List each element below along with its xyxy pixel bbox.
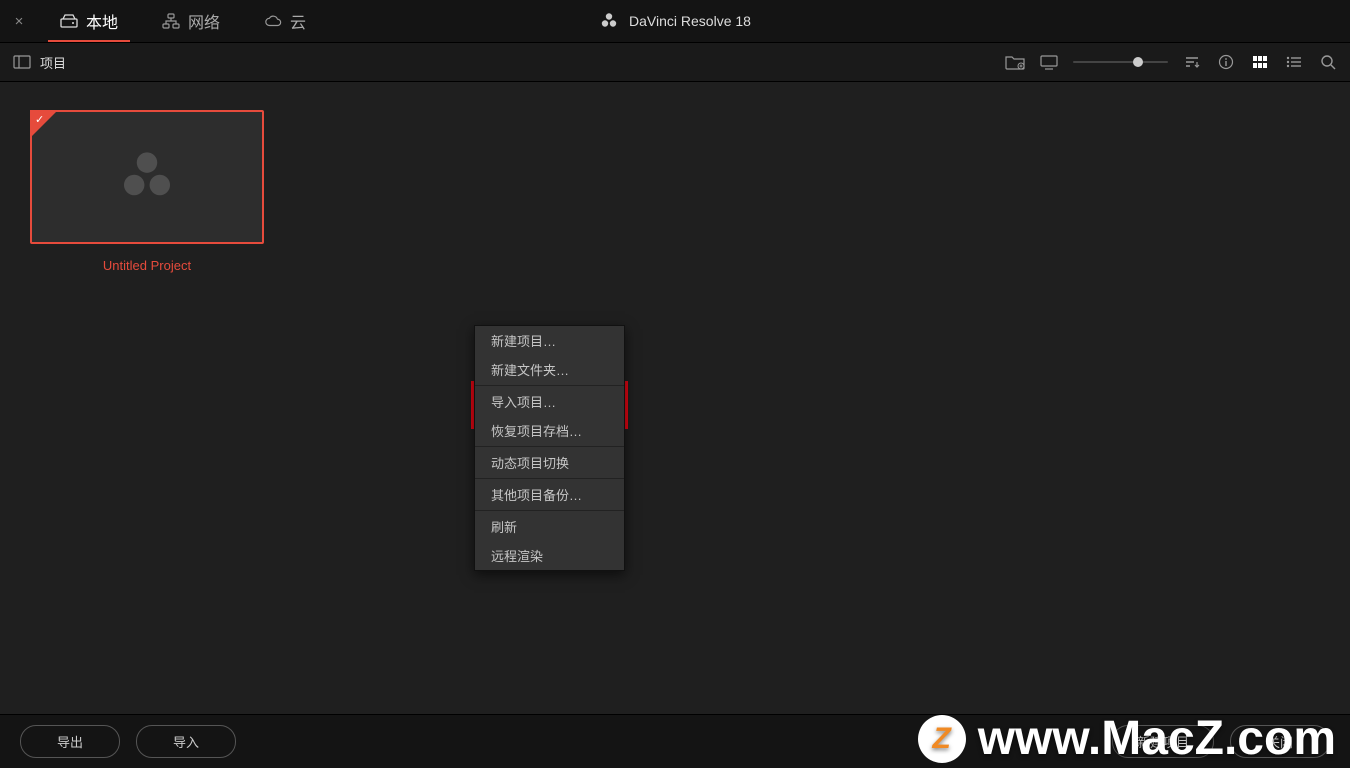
sidebar-toggle-icon[interactable] — [12, 52, 32, 72]
tab-local[interactable]: 本地 — [38, 0, 140, 42]
app-title-text: DaVinci Resolve 18 — [629, 13, 751, 29]
project-card[interactable]: ✓ Untitled Project — [30, 110, 264, 273]
ctx-remote-render[interactable]: 远程渲染 — [475, 541, 624, 570]
project-name: Untitled Project — [30, 258, 264, 273]
ctx-dynamic-switch[interactable]: 动态项目切换 — [475, 448, 624, 477]
ctx-restore-archive[interactable]: 恢复项目存档… — [475, 416, 624, 445]
ctx-new-folder[interactable]: 新建文件夹… — [475, 355, 624, 384]
search-icon[interactable] — [1318, 52, 1338, 72]
new-project-button[interactable]: 新建项目 — [1112, 725, 1214, 758]
folder-add-icon[interactable] — [1005, 52, 1025, 72]
tab-network[interactable]: 网络 — [140, 0, 242, 42]
thumbnail-size-slider[interactable] — [1073, 52, 1168, 72]
ctx-separator — [475, 446, 624, 447]
ctx-other-backups[interactable]: 其他项目备份… — [475, 480, 624, 509]
tab-cloud-label: 云 — [290, 9, 306, 33]
sort-icon[interactable] — [1182, 52, 1202, 72]
network-icon — [162, 12, 180, 30]
ctx-separator — [475, 510, 624, 511]
footer-bar: 导出 导入 新建项目 关闭 — [0, 714, 1350, 768]
resolve-logo-icon — [115, 145, 179, 209]
app-window: × 本地 网络 云 DaVinci Resolve 18 — [0, 0, 1350, 768]
ctx-separator — [475, 385, 624, 386]
top-tabbar: × 本地 网络 云 DaVinci Resolve 18 — [0, 0, 1350, 42]
tab-network-label: 网络 — [188, 9, 220, 33]
ctx-new-project[interactable]: 新建项目… — [475, 326, 624, 355]
project-grid: ✓ Untitled Project 新建项目… 新建文件夹… 导入项目… 恢复… — [0, 82, 1350, 714]
tab-cloud[interactable]: 云 — [242, 0, 328, 42]
info-icon[interactable] — [1216, 52, 1236, 72]
app-logo-icon — [599, 11, 619, 31]
ctx-import-project[interactable]: 导入项目… — [475, 387, 624, 416]
sub-toolbar: 项目 — [0, 42, 1350, 82]
export-button[interactable]: 导出 — [20, 725, 120, 758]
checkmark-icon: ✓ — [35, 113, 44, 126]
disk-icon — [60, 12, 78, 30]
grid-view-icon[interactable] — [1250, 52, 1270, 72]
subbar-label: 项目 — [40, 53, 66, 72]
list-view-icon[interactable] — [1284, 52, 1304, 72]
cloud-icon — [264, 12, 282, 30]
import-button[interactable]: 导入 — [136, 725, 236, 758]
monitor-icon[interactable] — [1039, 52, 1059, 72]
ctx-refresh[interactable]: 刷新 — [475, 512, 624, 541]
project-thumbnail[interactable]: ✓ — [30, 110, 264, 244]
tab-local-label: 本地 — [86, 9, 118, 33]
ctx-separator — [475, 478, 624, 479]
close-button[interactable]: 关闭 — [1230, 725, 1330, 758]
close-icon[interactable]: × — [0, 0, 38, 42]
context-menu: 新建项目… 新建文件夹… 导入项目… 恢复项目存档… 动态项目切换 其他项目备份… — [474, 325, 625, 571]
